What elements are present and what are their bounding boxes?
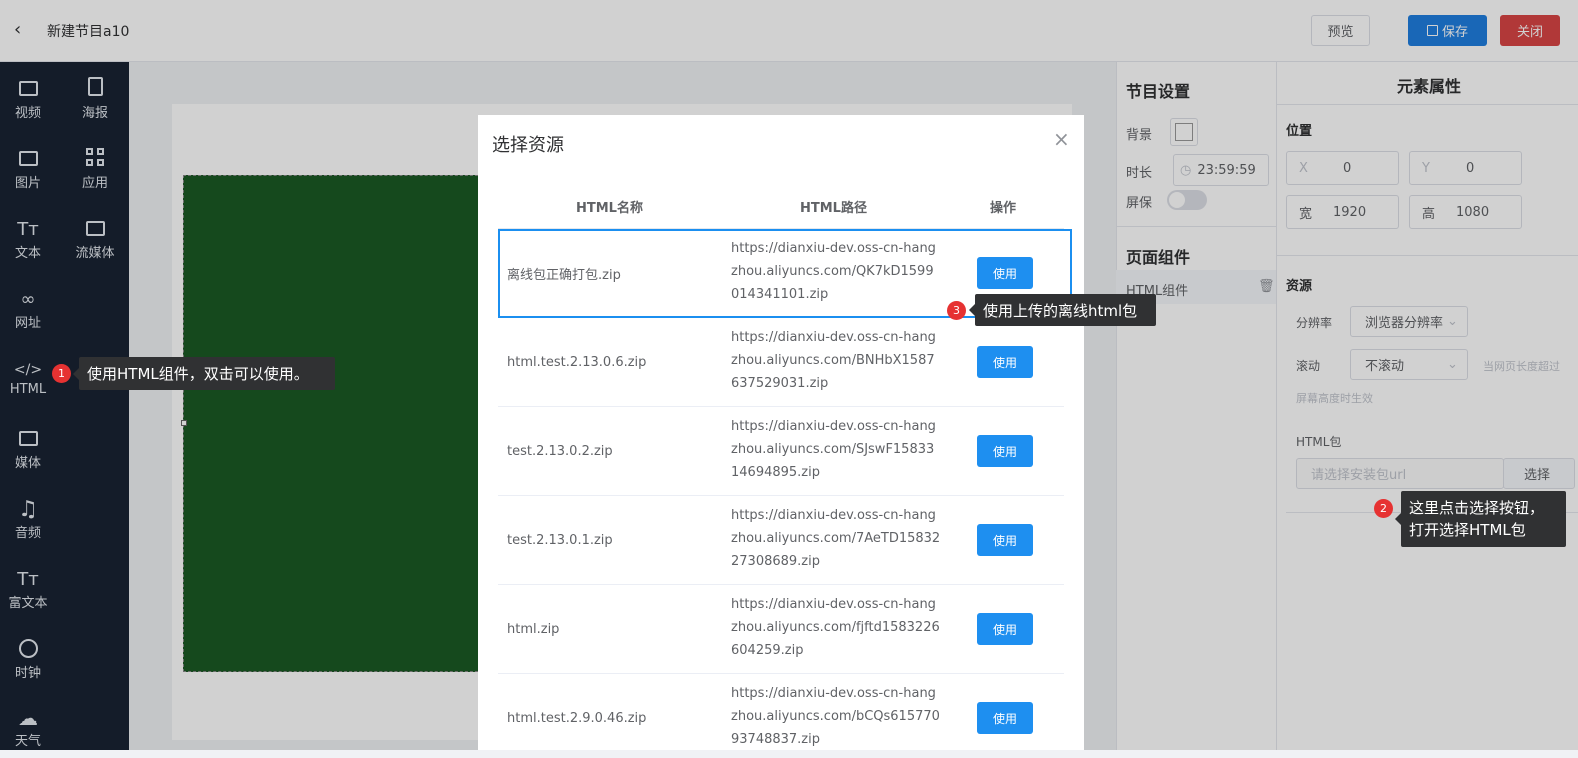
tooltip-text: 使用HTML组件，双击可以使用。: [87, 365, 309, 383]
tooltip-text-line2: 打开选择HTML包: [1409, 521, 1526, 539]
row-name: html.test.2.9.0.46.zip: [507, 710, 647, 726]
table-row[interactable]: html.test.2.9.0.46.zip https://dianxiu-d…: [498, 674, 1064, 750]
step-badge-3: 3: [947, 301, 966, 320]
row-name: test.2.13.0.2.zip: [507, 443, 613, 459]
table-row[interactable]: test.2.13.0.1.zip https://dianxiu-dev.os…: [498, 496, 1064, 585]
column-header-name: HTML名称: [576, 201, 643, 216]
use-button[interactable]: 使用: [977, 435, 1033, 467]
table-row[interactable]: html.test.2.13.0.6.zip https://dianxiu-d…: [498, 318, 1064, 407]
row-name: html.zip: [507, 621, 560, 637]
step-badge-1: 1: [52, 364, 71, 383]
tooltip-step-3: 使用上传的离线html包: [969, 294, 1156, 326]
column-header-action: 操作: [990, 201, 1017, 216]
use-button[interactable]: 使用: [977, 524, 1033, 556]
tooltip-text-line1: 这里点击选择按钮，: [1409, 499, 1545, 517]
step-badge-2: 2: [1374, 499, 1393, 518]
table-row[interactable]: test.2.13.0.2.zip https://dianxiu-dev.os…: [498, 407, 1064, 496]
row-name: html.test.2.13.0.6.zip: [507, 354, 647, 370]
row-path: https://dianxiu-dev.oss-cn-hangzhou.aliy…: [731, 686, 940, 747]
use-button[interactable]: 使用: [977, 346, 1033, 378]
tooltip-step-2: 这里点击选择按钮， 打开选择HTML包: [1395, 491, 1566, 547]
use-button[interactable]: 使用: [977, 613, 1033, 645]
close-icon[interactable]: ×: [1053, 127, 1070, 151]
dialog-title: 选择资源: [492, 135, 564, 156]
row-path: https://dianxiu-dev.oss-cn-hangzhou.aliy…: [731, 597, 940, 658]
use-button[interactable]: 使用: [977, 702, 1033, 734]
row-path: https://dianxiu-dev.oss-cn-hangzhou.aliy…: [731, 508, 941, 569]
select-resource-dialog: 选择资源 × HTML名称 HTML路径 操作 离线包正确打包.zip http…: [478, 115, 1084, 750]
tooltip-step-1: 使用HTML组件，双击可以使用。: [73, 357, 335, 390]
row-path: https://dianxiu-dev.oss-cn-hangzhou.aliy…: [731, 419, 936, 480]
row-path: https://dianxiu-dev.oss-cn-hangzhou.aliy…: [731, 330, 936, 391]
tooltip-text: 使用上传的离线html包: [983, 301, 1138, 320]
column-header-path: HTML路径: [800, 201, 867, 216]
table-row[interactable]: html.zip https://dianxiu-dev.oss-cn-hang…: [498, 585, 1064, 674]
row-name: test.2.13.0.1.zip: [507, 532, 613, 548]
